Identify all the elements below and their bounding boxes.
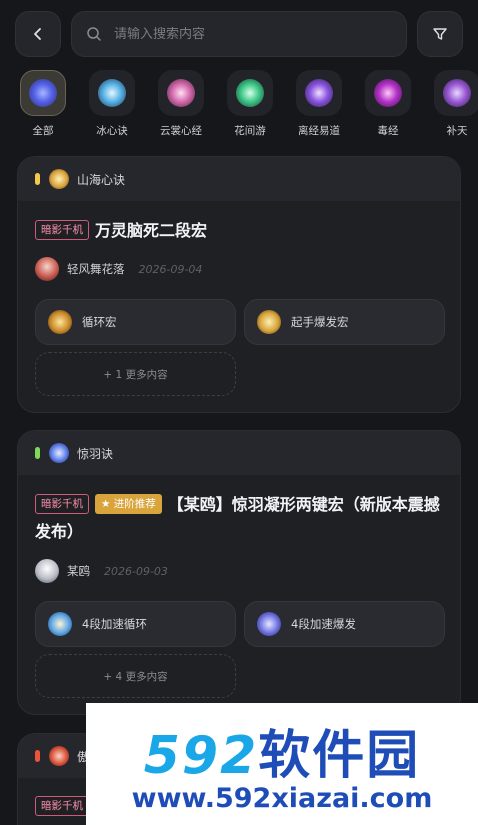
search-input[interactable] xyxy=(114,26,374,42)
yunshang-icon xyxy=(158,70,204,116)
watermark-url: www.592xiazai.com xyxy=(131,783,433,814)
card-header: 惊羽诀 xyxy=(18,431,460,475)
more-content-button[interactable]: + 4 更多内容 xyxy=(35,654,236,698)
watermark-logo: 592软件园 xyxy=(86,713,478,788)
category-lijing[interactable]: 离经易道 xyxy=(289,70,349,138)
lijing-icon xyxy=(296,70,342,116)
loop-macro-icon xyxy=(48,612,72,636)
category-bingxin[interactable]: 冰心诀 xyxy=(82,70,142,138)
burst-macro-icon xyxy=(257,310,281,334)
macro-item[interactable]: 循环宏 xyxy=(35,299,236,345)
author-name[interactable]: 轻风舞花落 xyxy=(67,261,125,277)
butian-icon xyxy=(434,70,478,116)
loop-macro-icon xyxy=(48,310,72,334)
more-content-button[interactable]: + 1 更多内容 xyxy=(35,352,236,396)
bingxin-icon xyxy=(89,70,135,116)
macro-item[interactable]: 4段加速爆发 xyxy=(244,601,445,647)
site-watermark: 592软件园 www.592xiazai.com xyxy=(86,703,478,825)
all-swirl-icon xyxy=(20,70,66,116)
card-title: 万灵脑死二段宏 xyxy=(95,221,208,240)
school-color-dot xyxy=(35,447,40,459)
macro-label: 循环宏 xyxy=(82,315,117,329)
category-butian[interactable]: 补天 xyxy=(427,70,478,138)
card-title-row: 暗影千机 万灵脑死二段宏 xyxy=(35,217,443,244)
school-icon xyxy=(49,746,69,766)
school-color-dot xyxy=(35,750,40,762)
top-bar xyxy=(0,0,478,70)
recommend-badge: ★ 进阶推荐 xyxy=(95,494,162,514)
post-date: 2026-09-03 xyxy=(104,564,168,578)
watermark-name: 软件园 xyxy=(258,726,421,786)
macro-card[interactable]: 山海心诀 暗影千机 万灵脑死二段宏 轻风舞花落 2026-09-04 循环宏 起手… xyxy=(17,156,461,413)
watermark-number: 592 xyxy=(143,726,259,786)
macro-item[interactable]: 起手爆发宏 xyxy=(244,299,445,345)
jingyu-icon xyxy=(49,443,69,463)
shanhai-icon xyxy=(49,169,69,189)
author-row: 某鸥 2026-09-03 xyxy=(35,559,168,583)
macro-label: 4段加速循环 xyxy=(82,617,147,631)
card-title-row: 暗影千机 ★ 进阶推荐 【某鸥】惊羽凝形两键宏（新版本震撼发布） xyxy=(35,491,443,545)
tag-badge: 暗影千机 xyxy=(35,494,89,514)
chevron-left-icon xyxy=(34,28,41,40)
card-header: 山海心诀 xyxy=(18,157,460,201)
tag-badge: 暗影千机 xyxy=(35,796,89,816)
macro-label: 起手爆发宏 xyxy=(291,315,349,329)
category-all[interactable]: 全部 xyxy=(13,70,73,138)
category-label: 冰心诀 xyxy=(96,125,128,137)
school-name: 山海心诀 xyxy=(77,172,126,187)
category-label: 全部 xyxy=(32,125,54,137)
filter-icon xyxy=(433,28,447,40)
filter-button[interactable] xyxy=(417,11,463,57)
school-color-dot xyxy=(35,173,40,185)
avatar[interactable] xyxy=(35,559,59,583)
author-row: 轻风舞花落 2026-09-04 xyxy=(35,257,202,281)
back-button[interactable] xyxy=(15,11,61,57)
macro-card[interactable]: 惊羽诀 暗影千机 ★ 进阶推荐 【某鸥】惊羽凝形两键宏（新版本震撼发布） 某鸥 20… xyxy=(17,430,461,715)
author-name[interactable]: 某鸥 xyxy=(67,563,90,579)
school-name: 惊羽诀 xyxy=(77,446,114,461)
category-yunshang[interactable]: 云裳心经 xyxy=(151,70,211,138)
avatar[interactable] xyxy=(35,257,59,281)
recommend-label: 进阶推荐 xyxy=(113,498,156,510)
category-label: 花间游 xyxy=(234,125,266,137)
macro-item[interactable]: 4段加速循环 xyxy=(35,601,236,647)
tag-badge: 暗影千机 xyxy=(35,220,89,240)
dujing-icon xyxy=(365,70,411,116)
category-label: 离经易道 xyxy=(298,125,340,137)
category-strip: 全部 冰心诀 云裳心经 花间游 离经易道 毒经 补天 xyxy=(0,70,478,142)
category-huajian[interactable]: 花间游 xyxy=(220,70,280,138)
huajian-icon xyxy=(227,70,273,116)
burst-macro-icon xyxy=(257,612,281,636)
search-icon xyxy=(87,27,101,41)
category-dujing[interactable]: 毒经 xyxy=(358,70,418,138)
macro-label: 4段加速爆发 xyxy=(291,617,356,631)
search-bar[interactable] xyxy=(71,11,407,57)
post-date: 2026-09-04 xyxy=(138,262,203,276)
category-label: 毒经 xyxy=(377,125,399,137)
category-label: 云裳心经 xyxy=(160,125,202,137)
category-label: 补天 xyxy=(446,125,468,137)
